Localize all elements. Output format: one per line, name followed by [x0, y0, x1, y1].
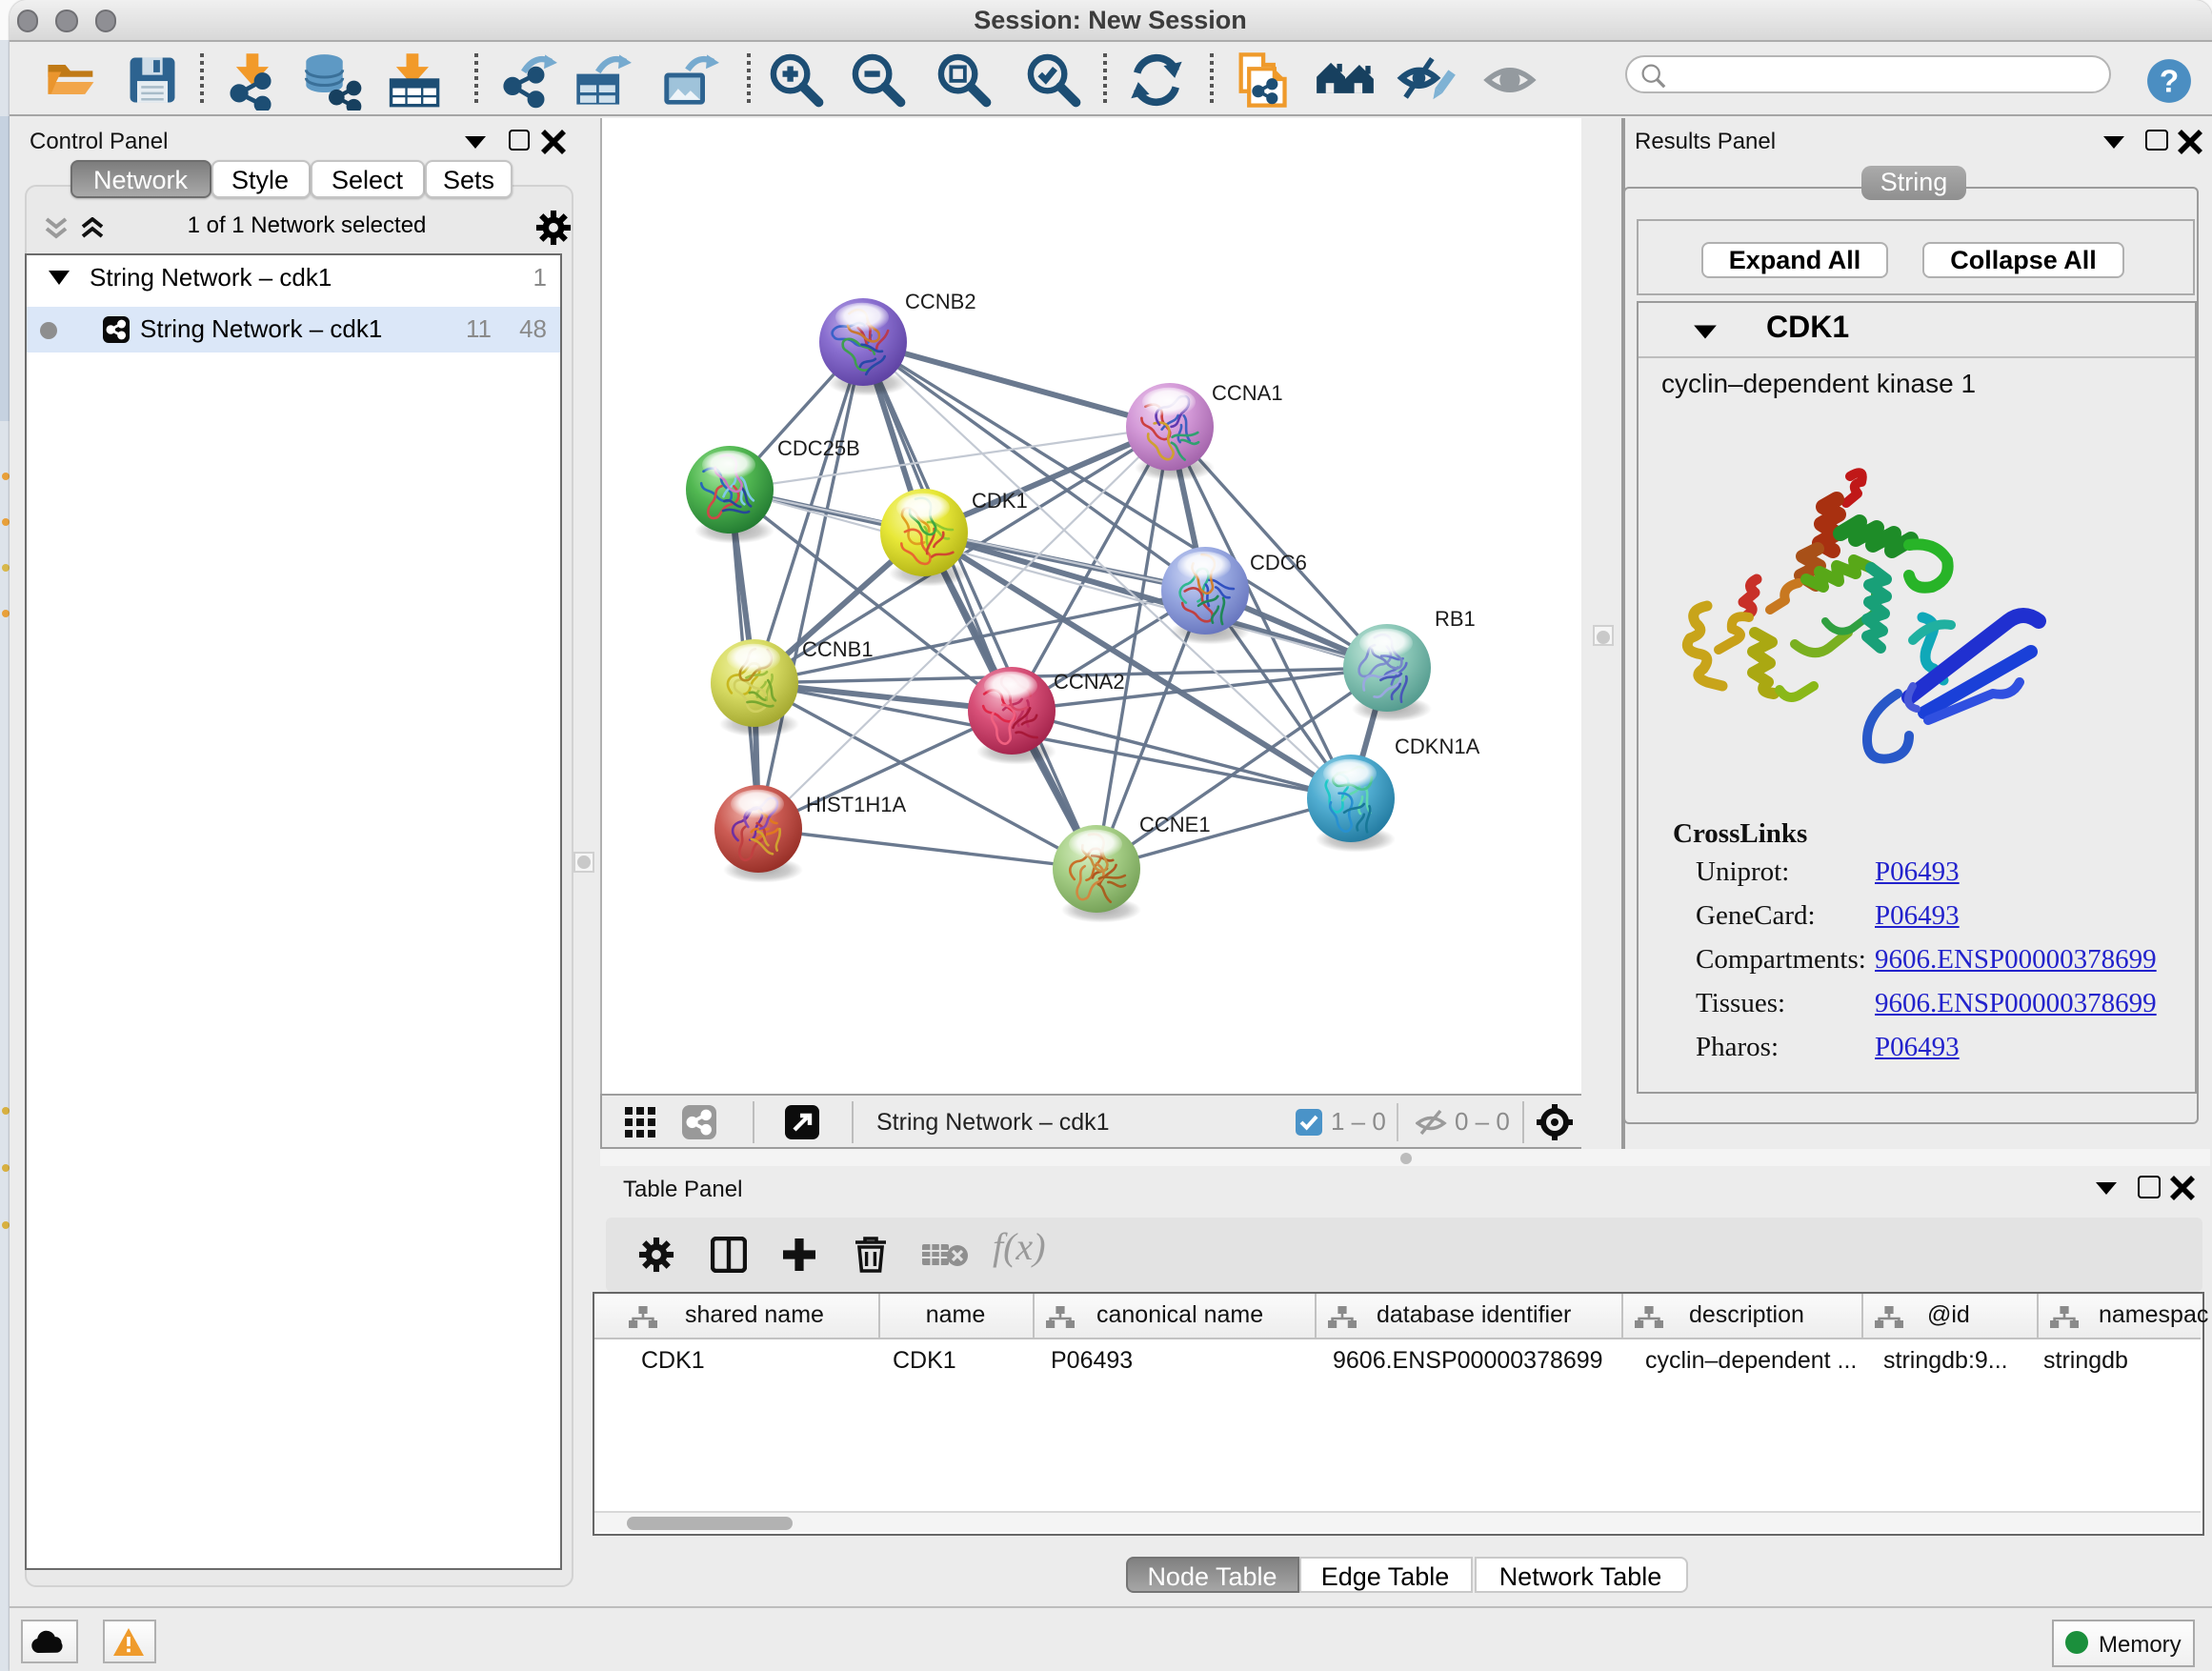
svg-text:?: ? — [2160, 64, 2179, 99]
svg-text:CCNA2: CCNA2 — [1054, 669, 1125, 693]
svg-text:CDK1: CDK1 — [972, 488, 1028, 512]
svg-text:CCNA1: CCNA1 — [1212, 380, 1283, 404]
svg-text:CDC25B: CDC25B — [777, 435, 860, 459]
svg-text:HIST1H1A: HIST1H1A — [806, 792, 906, 815]
svg-text:RB1: RB1 — [1435, 606, 1476, 630]
svg-text:CDKN1A: CDKN1A — [1395, 734, 1480, 757]
svg-text:CCNB2: CCNB2 — [905, 289, 976, 312]
svg-text:CCNE1: CCNE1 — [1139, 812, 1211, 836]
svg-text:CDC6: CDC6 — [1250, 550, 1307, 574]
svg-text:CCNB1: CCNB1 — [802, 636, 874, 660]
